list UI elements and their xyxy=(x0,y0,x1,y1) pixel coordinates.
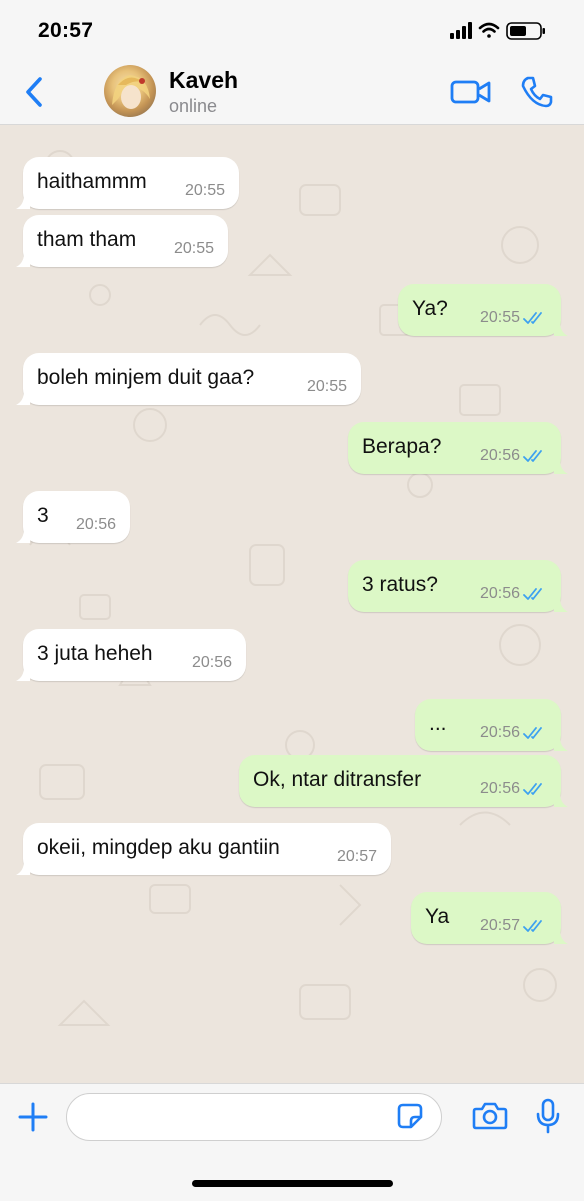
message-timestamp: 20:56 xyxy=(191,654,232,671)
microphone-icon xyxy=(536,1098,560,1134)
message-timestamp: 20:56 xyxy=(75,516,116,533)
message-time: 20:56 xyxy=(192,654,232,672)
message-text: Ya xyxy=(425,905,450,928)
read-receipt-icon xyxy=(523,588,542,600)
attach-button[interactable] xyxy=(18,1102,48,1132)
message-time: 20:56 xyxy=(480,447,547,465)
message-timestamp: 20:56 xyxy=(479,780,520,797)
read-receipt-icon xyxy=(523,450,542,462)
message-timestamp: 20:56 xyxy=(479,447,520,464)
message-timestamp: 20:57 xyxy=(479,917,520,934)
plus-icon xyxy=(18,1102,48,1132)
chat-header: Kaveh online xyxy=(0,58,584,125)
message-bubble-outgoing[interactable]: ... 20:56 xyxy=(415,699,568,751)
message-text: boleh minjem duit gaa? xyxy=(37,366,255,389)
wifi-icon xyxy=(478,22,500,38)
voice-call-button[interactable] xyxy=(520,75,554,109)
message-time: 20:57 xyxy=(337,848,377,866)
message-text: tham tham xyxy=(37,228,137,251)
read-receipt-icon xyxy=(523,920,542,932)
message-text: Ok, ntar ditransfer xyxy=(253,768,422,791)
message-timestamp: 20:56 xyxy=(479,724,520,741)
message-text: 3 juta heheh xyxy=(37,642,153,665)
message-time: 20:55 xyxy=(174,240,214,258)
message-text: ... xyxy=(429,712,447,735)
message-time: 20:56 xyxy=(480,724,547,742)
message-bubble-incoming[interactable]: 3 juta heheh 20:56 xyxy=(16,629,246,681)
message-bubble-incoming[interactable]: 3 20:56 xyxy=(16,491,130,543)
back-button[interactable] xyxy=(20,74,50,110)
message-time: 20:56 xyxy=(480,780,547,798)
message-timestamp: 20:55 xyxy=(184,182,225,199)
video-call-button[interactable] xyxy=(450,77,492,107)
message-text: Ya? xyxy=(412,297,448,320)
video-camera-icon xyxy=(450,80,491,104)
read-receipt-icon xyxy=(523,727,542,739)
chat-area[interactable]: haithammm 20:55 tham tham 20:55 Ya? 20:5… xyxy=(0,125,584,1083)
message-time: 20:56 xyxy=(76,516,116,534)
camera-button[interactable] xyxy=(472,1101,508,1131)
message-timestamp: 20:55 xyxy=(479,309,520,326)
status-icons xyxy=(450,20,550,42)
battery-icon xyxy=(506,22,545,40)
message-input[interactable] xyxy=(66,1093,442,1141)
voice-message-button[interactable] xyxy=(536,1098,560,1134)
read-receipt-icon xyxy=(523,312,542,324)
contact-status: online xyxy=(169,96,218,116)
message-bubble-incoming[interactable]: boleh minjem duit gaa? 20:55 xyxy=(16,353,361,405)
message-input-bar xyxy=(0,1083,584,1201)
message-text: Berapa? xyxy=(362,435,442,458)
message-bubble-outgoing[interactable]: Ya? 20:55 xyxy=(398,284,568,336)
sticker-button[interactable] xyxy=(397,1103,423,1129)
message-text: okeii, mingdep aku gantiin xyxy=(37,836,280,859)
message-timestamp: 20:55 xyxy=(306,378,347,395)
message-time: 20:57 xyxy=(480,917,547,935)
message-bubble-outgoing[interactable]: Berapa? 20:56 xyxy=(348,422,568,474)
phone-icon xyxy=(521,76,553,108)
cellular-signal-icon xyxy=(450,22,472,39)
camera-icon xyxy=(472,1102,508,1130)
message-time: 20:56 xyxy=(480,585,547,603)
contact-avatar[interactable] xyxy=(104,65,156,117)
message-timestamp: 20:55 xyxy=(173,240,214,257)
message-bubble-incoming[interactable]: okeii, mingdep aku gantiin 20:57 xyxy=(16,823,391,875)
message-bubble-outgoing[interactable]: Ok, ntar ditransfer 20:56 xyxy=(239,755,568,807)
message-timestamp: 20:57 xyxy=(336,848,377,865)
message-bubble-outgoing[interactable]: Ya 20:57 xyxy=(411,892,568,944)
message-bubble-incoming[interactable]: tham tham 20:55 xyxy=(16,215,228,267)
message-timestamp: 20:56 xyxy=(479,585,520,602)
home-indicator[interactable] xyxy=(192,1180,393,1187)
message-text: 3 ratus? xyxy=(362,573,438,596)
message-bubble-outgoing[interactable]: 3 ratus? 20:56 xyxy=(348,560,568,612)
message-bubble-incoming[interactable]: haithammm 20:55 xyxy=(16,157,239,209)
message-text: haithammm xyxy=(37,170,147,193)
contact-name[interactable]: Kaveh xyxy=(169,67,238,94)
message-time: 20:55 xyxy=(185,182,225,200)
status-bar: 20:57 xyxy=(0,0,584,58)
chevron-left-icon xyxy=(26,77,42,107)
sticker-icon xyxy=(397,1103,423,1129)
read-receipt-icon xyxy=(523,783,542,795)
message-time: 20:55 xyxy=(307,378,347,396)
status-time: 20:57 xyxy=(38,19,94,42)
message-time: 20:55 xyxy=(480,309,547,327)
message-text: 3 xyxy=(37,504,49,527)
